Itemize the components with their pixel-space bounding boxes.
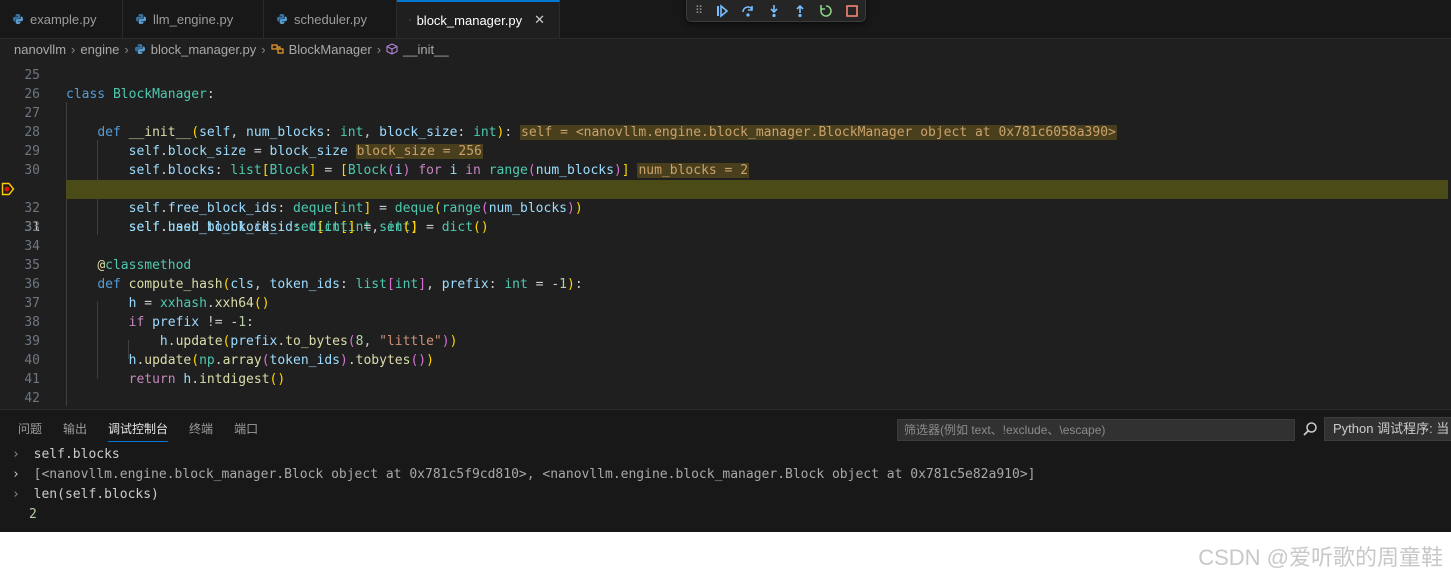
breadcrumb-item-file[interactable]: block_manager.py [151,42,257,57]
line-number: 39 [24,334,40,349]
line-number: 36 [24,277,40,292]
tab-output[interactable]: 输出 [63,420,87,442]
console-output-line[interactable]: › [<nanovllm.engine.block_manager.Block … [12,465,1035,485]
code-line: 34 [0,237,1451,256]
line-number: 37 [24,296,40,311]
step-into-button[interactable] [761,1,787,21]
line-number: 30 [24,163,40,178]
watermark: CSDN @爱听歌的周童鞋 [1198,545,1443,570]
line-number: 29 [24,144,40,159]
tab-example-py[interactable]: example.py [0,0,123,38]
breadcrumb: nanovllm › engine › block_manager.py › B… [0,38,1451,60]
line-number: 27 [24,106,40,121]
class-symbol-icon [271,43,284,55]
line-number: 38 [24,315,40,330]
line-number: 32 [24,201,40,216]
python-file-icon [13,14,23,24]
continue-button[interactable] [709,1,735,21]
debug-session-select[interactable]: Python 调试程序: 当 [1324,417,1451,441]
breadcrumb-item-nanovllm[interactable]: nanovllm [14,42,66,57]
tab-terminal[interactable]: 终端 [189,420,213,442]
breadcrumb-item-method[interactable]: __init__ [403,42,449,57]
code-editor[interactable]: 25 26 class BlockManager: 27 28 def __ini… [0,64,1451,408]
python-file-icon [134,43,146,55]
code-line: 40 h.update(np.array(token_ids).tobytes(… [0,351,1451,370]
code-line-current: 31 self.hash_to_block_id: dict[int, int]… [0,180,1451,235]
tab-block-manager-py[interactable]: block_manager.py ✕ [397,0,560,38]
continue-icon [717,3,729,18]
stop-button[interactable] [839,1,865,21]
code-line: 32 self.free_block_ids: deque[int] = deq… [0,199,1451,218]
debug-toolbar: ⠿ [686,0,866,22]
inline-value-block-size: block_size = 256 [355,144,483,159]
breadcrumb-item-class[interactable]: BlockManager [289,42,372,57]
inline-value-self: self = <nanovllm.engine.block_manager.Bl… [520,125,1117,140]
bottom-panel: 问题 输出 调试控制台 终端 端口 筛选器(例如 text、!exclude、\… [0,409,1451,532]
tab-debug-console[interactable]: 调试控制台 [108,420,169,442]
tab-problems[interactable]: 问题 [18,420,42,442]
python-file-icon [409,19,411,21]
code-line: 37 h = xxhash.xxh64() [0,294,1451,313]
python-file-icon [136,14,146,24]
step-into-icon [770,4,778,17]
vscode-window: example.py llm_engine.py scheduler.py bl… [0,0,1451,532]
breadcrumb-item-engine[interactable]: engine [80,42,119,57]
expand-chevron-icon[interactable]: › [12,467,20,482]
restart-icon [820,4,832,17]
step-out-icon [796,4,804,17]
line-number: 33 [24,220,40,235]
line-number: 40 [24,353,40,368]
console-input-line: › self.blocks [12,447,120,462]
code-line: 42 [0,389,1451,408]
tab-label: llm_engine.py [153,11,234,27]
tab-label: example.py [30,11,97,27]
step-out-button[interactable] [787,1,813,21]
drag-handle-icon[interactable]: ⠿ [695,4,709,17]
breakpoint-arrow-icon[interactable] [1,182,15,196]
restart-button[interactable] [813,1,839,21]
line-number: 28 [24,125,40,140]
tab-label: block_manager.py [416,12,523,28]
chevron-right-icon: › [261,41,266,57]
code-line: 41 return h.intdigest() [0,370,1451,389]
code-line: 38 if prefix != -1: [0,313,1451,332]
code-line: 26 class BlockManager: [0,85,1451,104]
tab-label: scheduler.py [294,11,367,27]
console-output-line: 2 [29,507,37,522]
line-number: 26 [24,87,40,102]
python-file-icon [277,14,287,24]
input-prompt-icon: › [12,487,20,502]
input-prompt-icon: › [12,447,20,462]
chevron-right-icon: › [376,41,382,57]
step-over-icon [742,5,753,17]
code-line: 29 self.block_size = block_size block_si… [0,142,1451,161]
panel-tabs: 问题 输出 调试控制台 终端 端口 [18,420,279,442]
tab-scheduler-py[interactable]: scheduler.py [264,0,397,38]
chevron-right-icon: › [124,41,129,57]
method-symbol-icon [386,43,398,55]
line-number: 35 [24,258,40,273]
code-line: 33 self.used_block_ids: set[int] = set() [0,218,1451,237]
tab-llm-engine-py[interactable]: llm_engine.py [123,0,264,38]
tab-ports[interactable]: 端口 [234,420,258,442]
code-line: 36 def compute_hash(cls, token_ids: list… [0,275,1451,294]
code-line: 35 @classmethod [0,256,1451,275]
close-icon[interactable]: ✕ [534,12,545,28]
step-over-button[interactable] [735,1,761,21]
code-line: 27 [0,104,1451,123]
line-number: 42 [24,391,40,406]
stop-icon [846,4,858,17]
chevron-right-icon: › [71,41,76,57]
code-line: 30 self.blocks: list[Block] = [Block(i) … [0,161,1451,180]
code-line: 39 h.update(prefix.to_bytes(8, "little")… [0,332,1451,351]
line-number: 34 [24,239,40,254]
code-line: 25 [0,66,1451,85]
search-icon[interactable] [1302,421,1318,437]
line-number: 25 [24,68,40,83]
inline-value-num-blocks: num_blocks = 2 [637,163,750,178]
line-number: 41 [24,372,40,387]
code-line: 28 def __init__(self, num_blocks: int, b… [0,123,1451,142]
console-input-line: › len(self.blocks) [12,487,159,502]
console-filter-input[interactable]: 筛选器(例如 text、!exclude、\escape) [897,419,1295,441]
